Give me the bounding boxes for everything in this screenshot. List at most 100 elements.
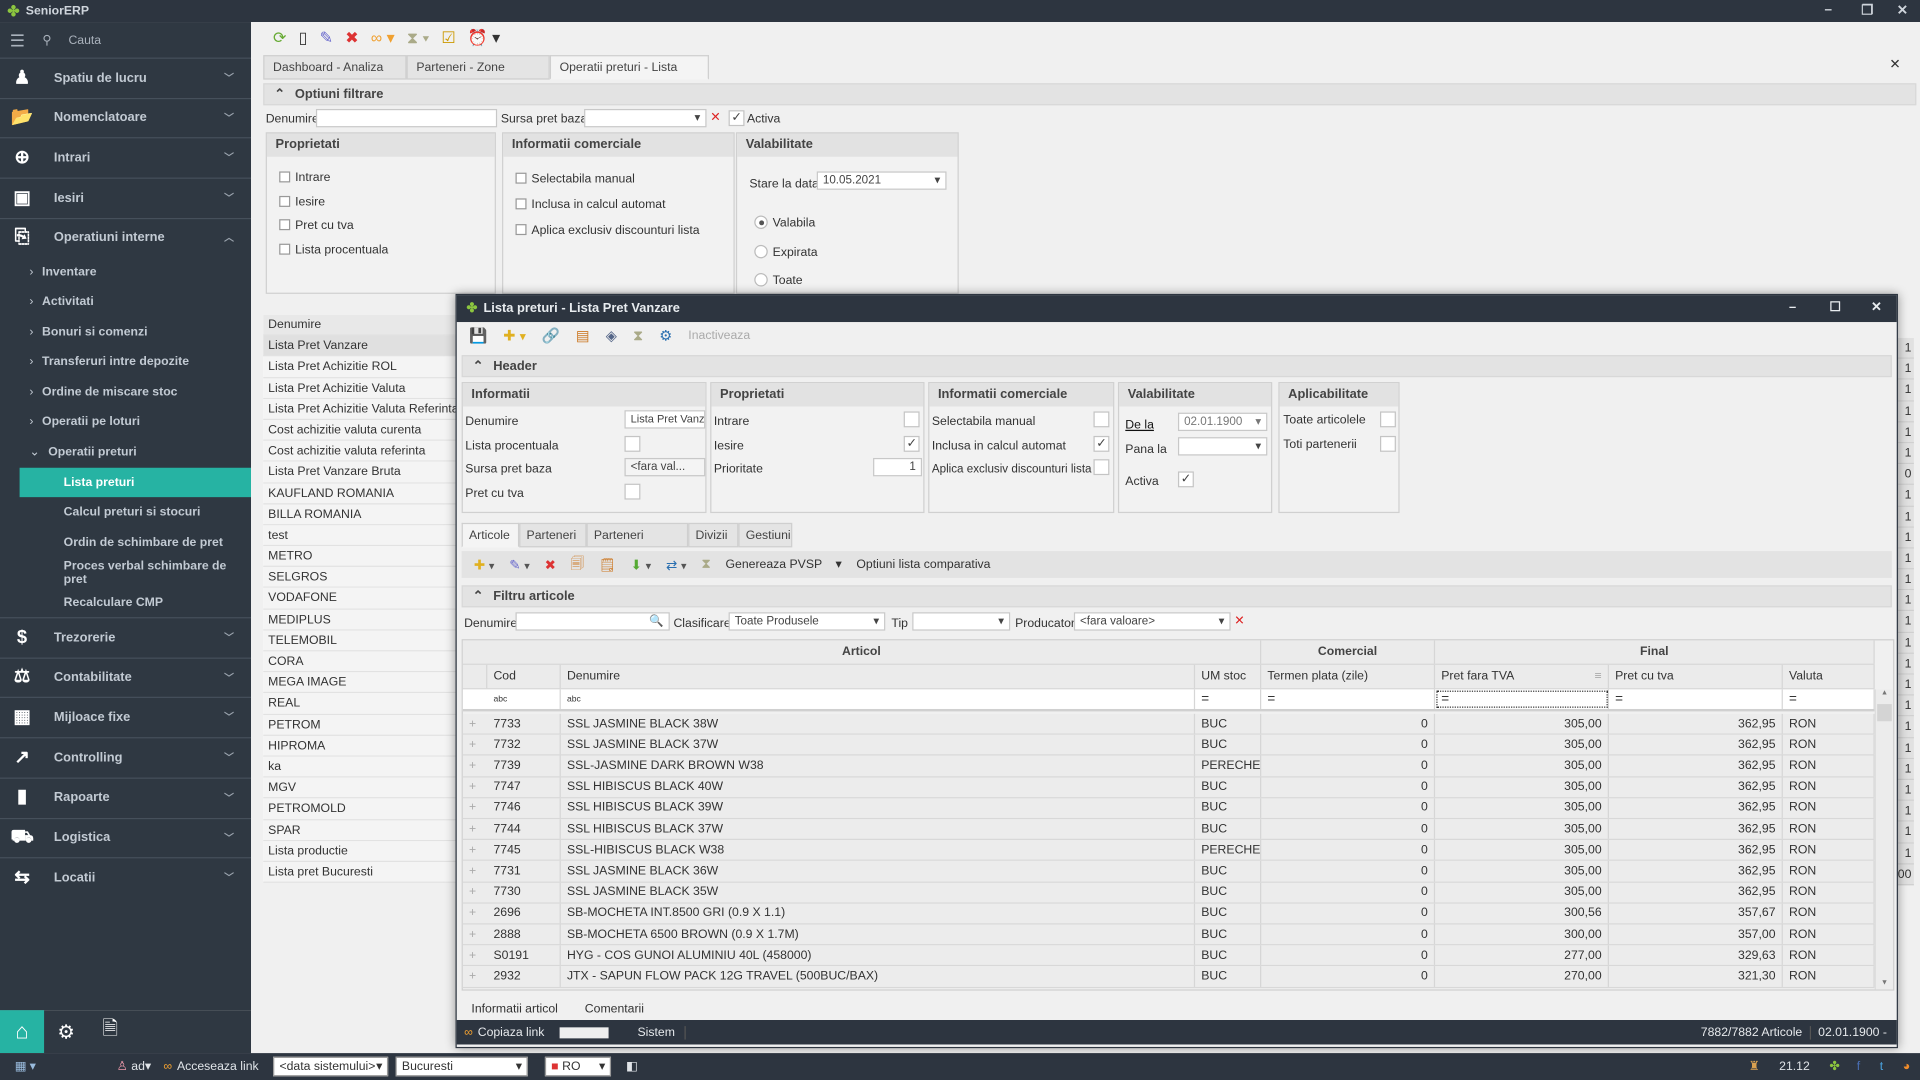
list-item[interactable]: Lista Pret Achizitie ROL <box>263 356 457 378</box>
checklist-icon[interactable]: ☑ <box>441 28 455 48</box>
list-item[interactable]: SELGROS <box>263 567 457 589</box>
tab-dashboard-analiza-stoc[interactable]: Dashboard - Analiza Stoc <box>263 55 407 98</box>
list-item[interactable]: HIPROMA <box>263 735 457 757</box>
sidebar-item-intrari[interactable]: ⊕ Intrari ﹀ <box>0 137 252 177</box>
radio-valabila[interactable]: Valabila <box>754 209 817 238</box>
filter-cell-pret-cu-tva[interactable]: = <box>1609 689 1783 709</box>
grid-scrollbar[interactable]: ▲ ▼ <box>1874 689 1894 990</box>
dialog-minimize-button[interactable]: – <box>1789 300 1796 315</box>
sidebar-subitem-activitati[interactable]: › Activitati <box>0 287 251 316</box>
restore-button[interactable]: ❐ <box>1861 2 1873 19</box>
radio-button[interactable] <box>754 244 768 258</box>
sort-filter-icon[interactable]: ≡ <box>1594 670 1601 683</box>
edit-icon[interactable]: ✎ <box>320 28 333 48</box>
column-header-pret-cu-tva[interactable]: Pret cu tva <box>1609 664 1783 689</box>
column-header-cod[interactable]: Cod <box>487 664 561 689</box>
location-select[interactable]: Bucuresti ▾ <box>395 1056 529 1077</box>
sidebar-item-spatiu-de-lucru[interactable]: ♟ Spatiu de lucru ﹀ <box>0 57 252 97</box>
header-section[interactable]: ⌃ Header <box>461 355 1892 378</box>
checkbox-box[interactable] <box>279 171 291 183</box>
de-la-link[interactable]: De la <box>1125 419 1154 432</box>
genereaza-pvsp-button[interactable]: Genereaza PVSP ▾ <box>725 558 841 571</box>
clear-producator-icon[interactable]: ✕ <box>1234 615 1244 628</box>
checkbox-box[interactable] <box>515 224 527 236</box>
user-icon[interactable]: ♙ <box>117 1060 128 1073</box>
language-select[interactable]: ■ RO ▾ <box>545 1056 612 1077</box>
sidebar-subitem-recalculare-cmp[interactable]: Recalculare CMP <box>0 588 251 617</box>
intrare-checkbox[interactable] <box>903 411 920 428</box>
tab-operatii-preturi-lista-preturi[interactable]: Operatii preturi - Lista preturi <box>549 55 709 98</box>
sidebar-subitem-calcul-preturi-si-stocuri[interactable]: Calcul preturi si stocuri <box>0 498 251 527</box>
settings-icon[interactable]: ⚙ <box>44 1019 88 1043</box>
scroll-up-icon[interactable]: ▲ <box>1876 689 1893 701</box>
expand-row-icon[interactable]: + <box>463 756 487 776</box>
list-item[interactable]: PETROM <box>263 714 457 736</box>
sidebar-search[interactable]: Cauta <box>68 34 101 47</box>
add-icon[interactable]: ✚ ▾ <box>503 327 526 344</box>
column-header-denumire[interactable]: Denumire <box>561 664 1196 689</box>
user-menu[interactable]: ad <box>131 1060 145 1073</box>
radio-expirata[interactable]: Expirata <box>754 238 818 267</box>
checkbox-iesire[interactable]: Iesire <box>279 190 482 214</box>
tab-divizii[interactable]: Divizii <box>688 522 739 548</box>
checkbox-lista-procentuala[interactable]: Lista procentuala <box>279 238 482 262</box>
checkbox-pret-cu-tva[interactable]: Pret cu tva <box>279 214 482 238</box>
toate-articolele-checkbox[interactable] <box>1380 411 1396 428</box>
filter-section-header[interactable]: ⌃ Optiuni filtrare <box>263 83 1917 106</box>
inactivate-button[interactable]: Inactiveaza <box>688 329 750 342</box>
list-item[interactable]: VODAFONE <box>263 588 457 610</box>
hourglass-icon[interactable]: ⧗ <box>701 557 710 573</box>
expand-row-icon[interactable]: + <box>463 735 487 755</box>
de-la-picker[interactable]: 02.01.1900 ▾ <box>1177 412 1268 432</box>
list-item[interactable]: Cost achizitie valuta curenta <box>263 419 457 441</box>
checkbox-box[interactable] <box>515 172 527 184</box>
column-header-valuta[interactable]: Valuta <box>1783 664 1875 689</box>
expand-row-icon[interactable]: + <box>463 946 487 966</box>
pana-la-picker[interactable]: ▾ <box>1177 437 1268 456</box>
list-item[interactable]: PETROMOLD <box>263 798 457 820</box>
expand-row-icon[interactable]: + <box>463 840 487 860</box>
checkbox-inclusa-in-calcul-automat[interactable]: Inclusa in calcul automat <box>515 192 722 218</box>
filter-cell-cod[interactable]: abc <box>487 689 561 709</box>
list-item[interactable]: BILLA ROMANIA <box>263 504 457 526</box>
table-row[interactable]: +7747 SSL HIBISCUS BLACK 40W BUC 0 305,00 362… <box>462 777 1875 799</box>
denumire-input[interactable] <box>315 108 498 128</box>
document-info-icon[interactable]: 🗐 <box>571 553 584 576</box>
expand-row-icon[interactable]: + <box>463 924 487 944</box>
list-item[interactable]: SPAR <box>263 819 457 841</box>
list-item[interactable]: CORA <box>263 651 457 673</box>
radio-toate[interactable]: Toate <box>754 267 817 296</box>
sidebar-subitem-operatii-pe-loturi[interactable]: › Operatii pe loturi <box>0 407 251 436</box>
sursa-select[interactable]: ▾ <box>584 108 707 128</box>
checkbox-intrare[interactable]: Intrare <box>279 167 482 191</box>
checkbox-box[interactable] <box>279 219 291 231</box>
notification-icon[interactable]: ♜ <box>1749 1060 1760 1073</box>
sidebar-item-operatiuni-interne[interactable]: ⎘ Operatiuni interne ︿ <box>0 217 252 257</box>
selectabila-checkbox[interactable] <box>1093 411 1110 428</box>
iesire-checkbox[interactable]: ✓ <box>903 435 920 452</box>
tab-parteneri[interactable]: Parteneri <box>519 522 587 548</box>
column-header-um-stoc[interactable]: UM stoc <box>1195 664 1262 689</box>
filter-cell-valuta[interactable]: = <box>1783 689 1875 709</box>
filter-cell-um-stoc[interactable]: = <box>1195 689 1262 709</box>
collapse-icon[interactable]: ⌃ <box>473 359 484 374</box>
add-icon[interactable]: ✚ ▾ <box>474 557 495 573</box>
sidebar-item-rapoarte[interactable]: ▮ Rapoarte ﹀ <box>0 777 252 816</box>
home-icon[interactable]: ⌂ <box>0 1010 45 1054</box>
color-grid-icon[interactable]: ▦ ▾ <box>15 1060 36 1073</box>
toti-partenerii-checkbox[interactable] <box>1380 435 1396 452</box>
table-row[interactable]: +7730 SSL JASMINE BLACK 35W BUC 0 305,00 362,… <box>462 882 1875 904</box>
radio-button[interactable] <box>754 273 768 287</box>
new-document-icon[interactable]: ▯ <box>299 28 308 48</box>
sidebar-item-contabilitate[interactable]: ⚖ Contabilitate ﹀ <box>0 657 252 696</box>
list-item[interactable]: MEDIPLUS <box>263 609 457 631</box>
table-row[interactable]: + S0191 HYG - COS GUNOI ALUMINIU 40L (4580… <box>462 945 1875 967</box>
filtru-denumire-input[interactable]: 🔍 <box>515 612 670 631</box>
list-item[interactable]: Lista Pret Achizitie Valuta Referinta <box>263 398 457 420</box>
twitter-icon[interactable]: t <box>1880 1060 1883 1073</box>
prioritate-input[interactable]: 1 <box>873 457 923 477</box>
collapse-icon[interactable]: ⌃ <box>473 589 484 604</box>
close-button[interactable]: ✕ <box>1897 2 1908 19</box>
sidebar-item-iesiri[interactable]: ▣ Iesiri ﹀ <box>0 177 252 217</box>
activa-checkbox[interactable]: ✓ <box>728 110 745 127</box>
